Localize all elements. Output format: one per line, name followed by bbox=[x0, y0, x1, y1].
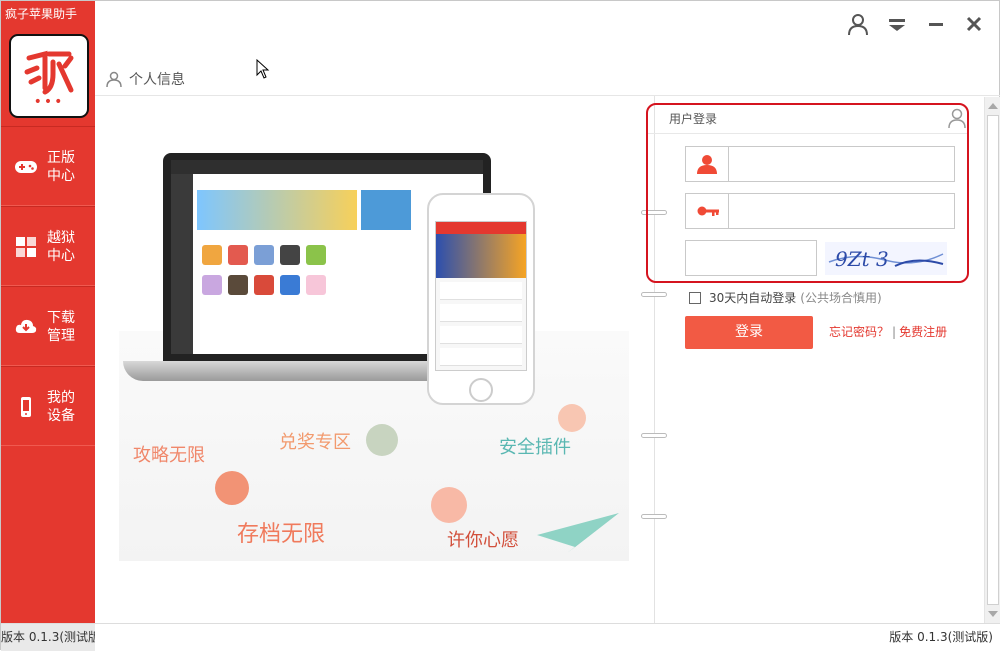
login-button[interactable]: 登录 bbox=[685, 316, 813, 349]
username-icon-box bbox=[686, 147, 729, 181]
user-account-icon[interactable] bbox=[845, 11, 871, 37]
captcha-input[interactable] bbox=[686, 241, 816, 275]
status-bar: 版本 0.1.3(测试版) 版本 0.1.3(测试版) bbox=[1, 623, 1000, 651]
logo-dots: ••• bbox=[33, 94, 65, 110]
sidebar: 疯子苹果助手 ••• 正版中心 越狱中心 下载管理 我的设备 bbox=[1, 1, 95, 629]
auto-login-note: (公共场合慎用) bbox=[800, 291, 882, 305]
gamepad-icon bbox=[15, 161, 37, 173]
person-icon bbox=[106, 71, 122, 88]
grid-icon bbox=[16, 237, 36, 257]
heart-chat-icon bbox=[431, 487, 467, 523]
captcha-text: 9Zt 3 bbox=[835, 247, 889, 271]
close-icon[interactable] bbox=[961, 11, 987, 37]
breadcrumb[interactable]: 个人信息 bbox=[105, 68, 185, 90]
auto-login-option[interactable]: 30天内自动登录 (公共场合慎用) bbox=[689, 289, 882, 306]
sidebar-nav: 正版中心 越狱中心 下载管理 我的设备 bbox=[1, 126, 95, 446]
vertical-scrollbar[interactable] bbox=[984, 97, 1000, 623]
link-separator: | bbox=[892, 325, 897, 339]
scroll-thumb[interactable] bbox=[987, 115, 999, 605]
paper-plane-icon bbox=[537, 513, 619, 553]
captcha-graphic: 9Zt 3 bbox=[828, 247, 944, 271]
register-link[interactable]: 免费注册 bbox=[899, 325, 947, 339]
password-input[interactable] bbox=[734, 200, 944, 222]
version-label-left: 版本 0.1.3(测试版) bbox=[1, 624, 95, 651]
feature-security: 安全插件 bbox=[499, 437, 571, 458]
forgot-password-link[interactable]: 忘记密码？ bbox=[829, 325, 889, 339]
captcha-image[interactable]: 9Zt 3 bbox=[825, 242, 947, 275]
breadcrumb-label: 个人信息 bbox=[129, 72, 185, 88]
sidebar-item-label: 我的设备 bbox=[47, 390, 75, 424]
sidebar-item-label: 正版中心 bbox=[47, 150, 75, 184]
login-title-divider bbox=[648, 133, 967, 134]
phone-icon bbox=[21, 397, 31, 417]
username-input[interactable] bbox=[734, 153, 944, 175]
password-field[interactable] bbox=[685, 193, 955, 229]
mouse-cursor-icon bbox=[256, 59, 270, 79]
key-icon bbox=[697, 206, 719, 216]
sidebar-item-label: 下载管理 bbox=[47, 310, 75, 344]
header-divider bbox=[95, 95, 1000, 96]
sidebar-item-my-device[interactable]: 我的设备 bbox=[1, 366, 95, 446]
sidebar-item-jailbreak-center[interactable]: 越狱中心 bbox=[1, 206, 95, 286]
login-title: 用户登录 bbox=[669, 112, 718, 126]
captcha-field[interactable] bbox=[685, 240, 817, 276]
password-icon-box bbox=[686, 194, 729, 228]
scroll-down-arrow-icon[interactable] bbox=[988, 611, 998, 617]
app-title: 疯子苹果助手 bbox=[5, 7, 78, 21]
car-icon bbox=[366, 424, 398, 456]
wrench-icon bbox=[215, 471, 249, 505]
login-panel: 用户登录 9Zt 3 bbox=[646, 103, 969, 283]
account-links: 忘记密码？ | 免费注册 bbox=[829, 323, 947, 340]
feature-saves: 存档无限 bbox=[237, 522, 326, 547]
sidebar-item-download-manager[interactable]: 下载管理 bbox=[1, 286, 95, 366]
minimize-icon[interactable] bbox=[923, 11, 949, 37]
feature-guide: 攻略无限 bbox=[133, 445, 205, 466]
plugin-icon bbox=[558, 404, 586, 432]
user-outline-icon bbox=[948, 108, 966, 129]
sidebar-item-licensed-center[interactable]: 正版中心 bbox=[1, 126, 95, 206]
promo-illustration: 攻略无限 兑奖专区 安全插件 存档无限 许你心愿 bbox=[111, 141, 631, 581]
app-window: 疯子苹果助手 ••• 正版中心 越狱中心 下载管理 我的设备 个人信息 攻略无限… bbox=[0, 0, 1000, 651]
sidebar-item-label: 越狱中心 bbox=[47, 230, 75, 264]
scroll-up-arrow-icon[interactable] bbox=[988, 103, 998, 109]
auto-login-checkbox[interactable] bbox=[689, 291, 701, 304]
dropdown-menu-icon[interactable] bbox=[884, 11, 910, 37]
feature-wish: 许你心愿 bbox=[447, 530, 519, 551]
user-icon bbox=[697, 155, 717, 174]
app-logo-icon bbox=[24, 50, 74, 95]
cloud-download-icon bbox=[15, 319, 37, 333]
app-logo-button[interactable]: ••• bbox=[9, 34, 89, 118]
username-field[interactable] bbox=[685, 146, 955, 182]
auto-login-label: 30天内自动登录 bbox=[709, 291, 797, 305]
feature-rewards: 兑奖专区 bbox=[279, 432, 351, 453]
version-label-right: 版本 0.1.3(测试版) bbox=[889, 630, 993, 644]
phone-image bbox=[427, 193, 535, 405]
